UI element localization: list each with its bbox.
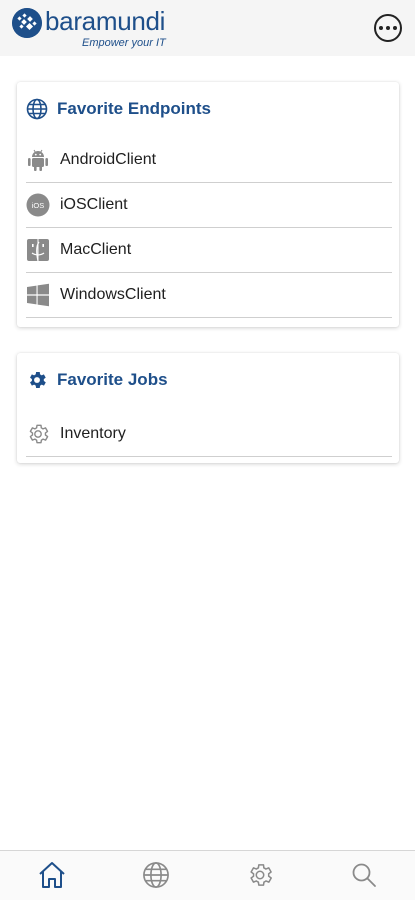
nav-endpoints-button[interactable] (139, 861, 173, 893)
gear-outline-icon (26, 422, 50, 446)
more-dot-icon (386, 26, 390, 30)
endpoint-item-label: WindowsClient (60, 286, 166, 303)
ios-icon-text: iOS (32, 201, 45, 210)
ios-icon: iOS (26, 193, 50, 217)
endpoint-item-windows[interactable]: WindowsClient (26, 273, 392, 318)
brand-tagline: Empower your IT (82, 37, 166, 49)
gear-icon (246, 861, 274, 894)
android-icon (26, 148, 50, 172)
favorite-endpoints-card: Favorite Endpoints AndroidClient iOS iOS… (17, 82, 399, 327)
app-header: baramundi Empower your IT (0, 0, 415, 56)
endpoint-item-mac[interactable]: MacClient (26, 228, 392, 273)
home-icon (37, 860, 67, 895)
globe-icon (142, 861, 170, 894)
job-item-inventory[interactable]: Inventory (26, 412, 392, 457)
nav-home-button[interactable] (35, 861, 69, 893)
nav-search-button[interactable] (347, 861, 381, 893)
more-dot-icon (379, 26, 383, 30)
nav-jobs-button[interactable] (243, 861, 277, 893)
gear-icon (26, 369, 48, 391)
endpoint-item-android[interactable]: AndroidClient (26, 138, 392, 183)
job-item-label: Inventory (60, 425, 126, 442)
mac-finder-icon (26, 238, 50, 262)
endpoint-item-ios[interactable]: iOS iOSClient (26, 183, 392, 228)
endpoint-item-label: MacClient (60, 241, 132, 258)
more-dot-icon (393, 26, 397, 30)
brand-logo: baramundi Empower your IT (12, 6, 182, 50)
favorite-jobs-header: Favorite Jobs (26, 369, 386, 391)
windows-icon (26, 283, 50, 307)
search-icon (350, 861, 378, 894)
more-options-button[interactable] (374, 14, 402, 42)
favorite-endpoints-title: Favorite Endpoints (57, 99, 211, 118)
endpoint-item-label: AndroidClient (60, 151, 157, 168)
endpoint-item-label: iOSClient (60, 196, 128, 213)
favorite-jobs-title: Favorite Jobs (57, 370, 168, 389)
brand-name: baramundi (45, 6, 166, 36)
favorite-jobs-card: Favorite Jobs Inventory (17, 353, 399, 463)
brand-logo-mark (12, 8, 42, 38)
globe-icon (26, 98, 48, 120)
favorite-endpoints-header: Favorite Endpoints (26, 98, 386, 120)
bottom-navigation (0, 850, 415, 900)
